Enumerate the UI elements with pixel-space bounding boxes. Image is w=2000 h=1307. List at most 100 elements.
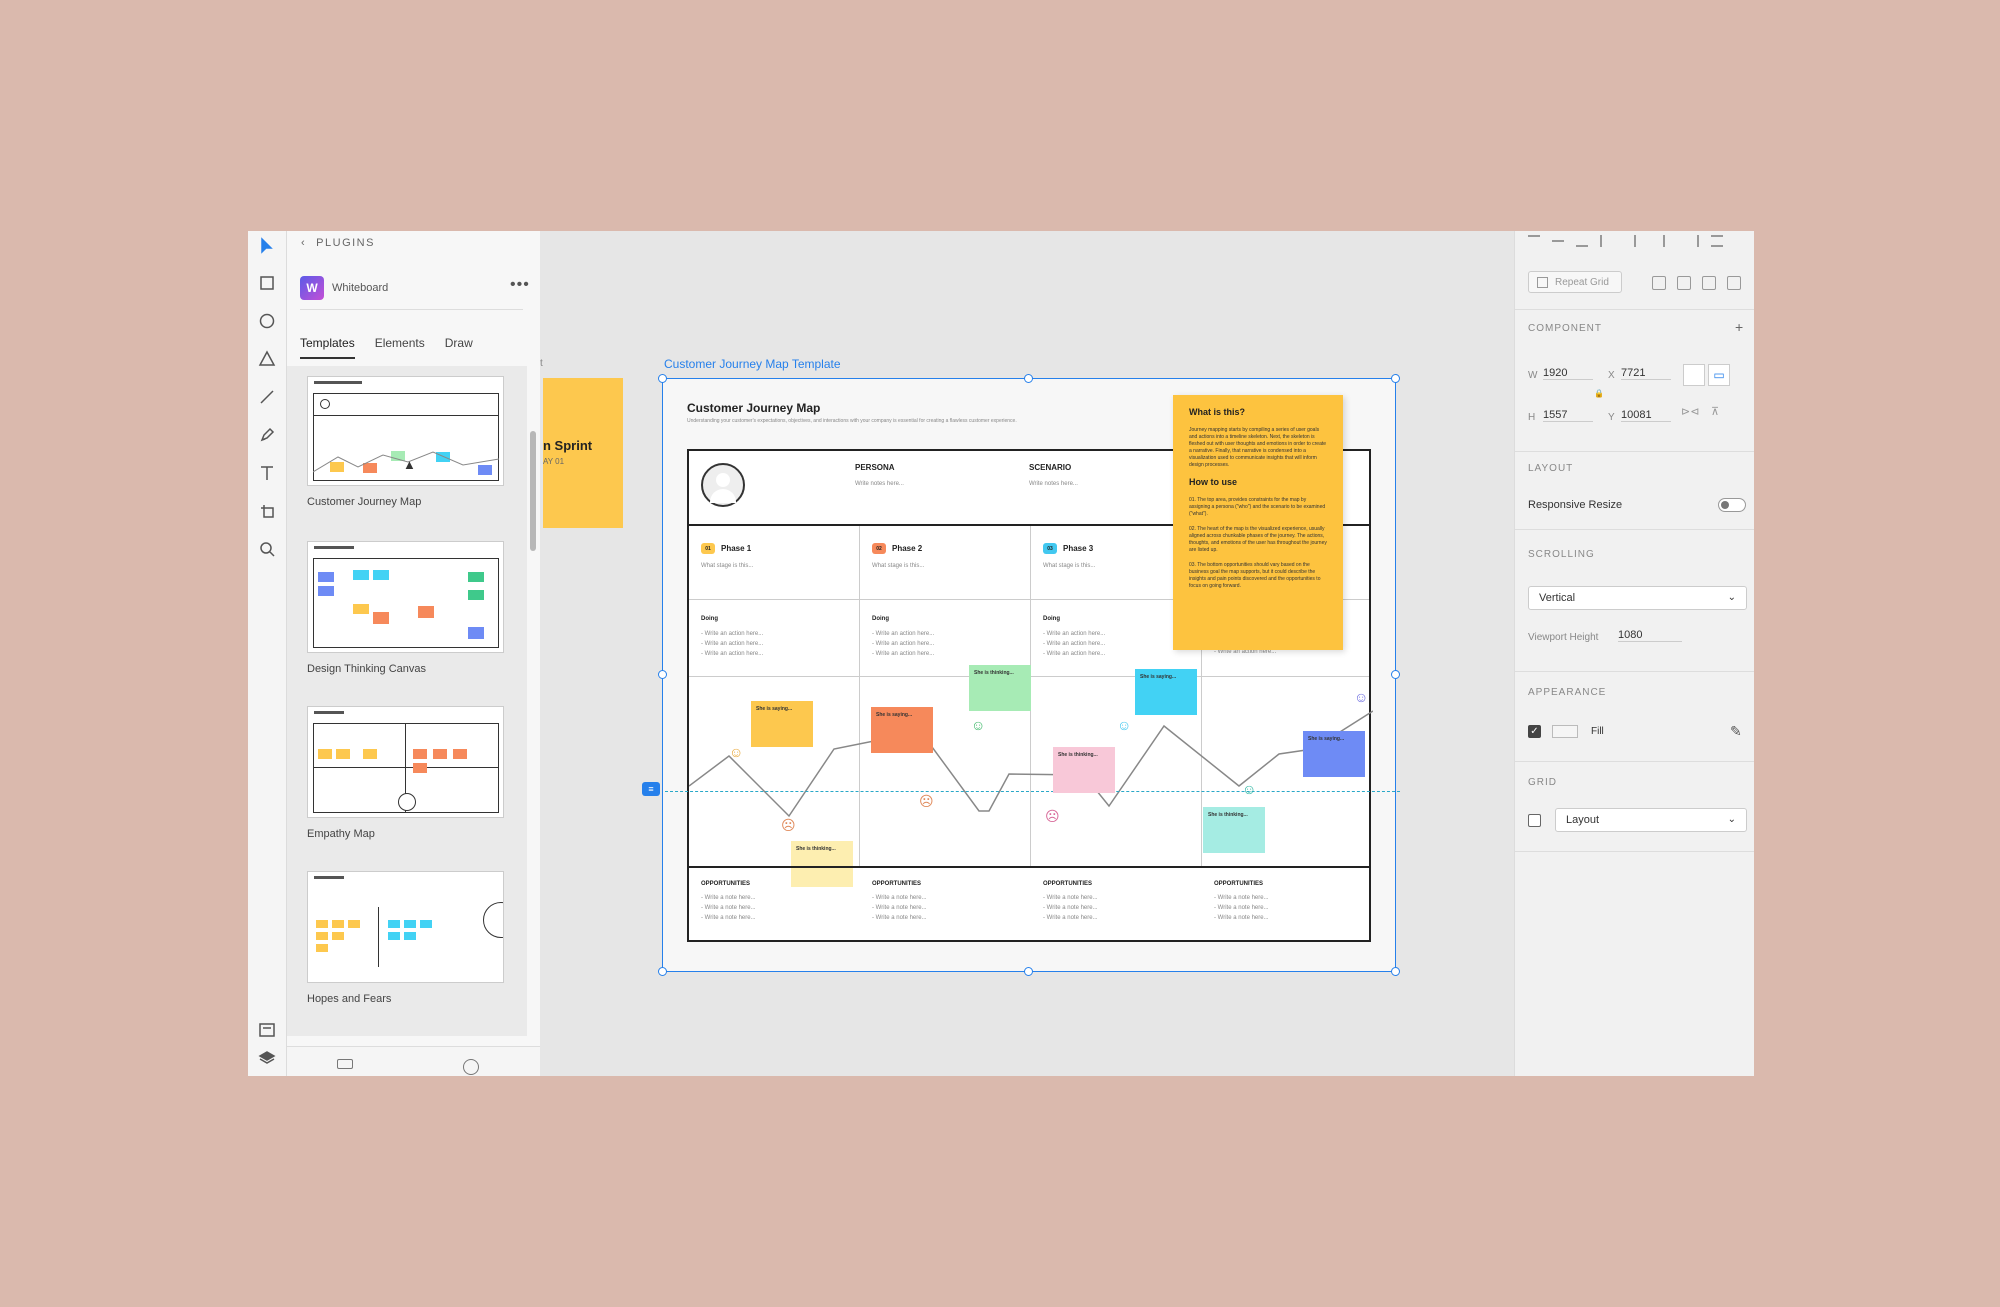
resize-handle[interactable]	[1024, 374, 1033, 383]
phase-name: Phase 3	[1063, 544, 1094, 553]
template-thumbnail[interactable]	[307, 706, 504, 818]
sticky-note[interactable]: She is saying...	[871, 707, 933, 753]
resize-handle[interactable]	[658, 967, 667, 976]
info-card[interactable]: What is this? Journey mapping starts by …	[1173, 395, 1343, 650]
resize-handle[interactable]	[1024, 967, 1033, 976]
portrait-icon[interactable]	[1683, 364, 1705, 386]
layers-icon[interactable]	[256, 1047, 278, 1069]
template-thumbnail[interactable]: ▲	[307, 376, 504, 486]
phase-1[interactable]: 01 Phase 1	[701, 543, 751, 554]
sticky-note[interactable]: She is thinking...	[1203, 807, 1265, 853]
resize-handle[interactable]	[1391, 967, 1400, 976]
sticky-note[interactable]: She is thinking...	[969, 665, 1031, 711]
align-right-icon[interactable]	[1687, 235, 1699, 247]
resize-handle[interactable]	[1391, 374, 1400, 383]
boolean-exclude-icon[interactable]	[1727, 276, 1741, 290]
grid-checkbox[interactable]	[1528, 814, 1541, 827]
artboard-tool-icon[interactable]	[256, 500, 278, 522]
more-options-icon[interactable]: •••	[510, 276, 530, 294]
align-top-icon[interactable]	[1528, 235, 1540, 247]
resize-handle[interactable]	[658, 670, 667, 679]
grid-title: GRID	[1528, 777, 1557, 788]
y-field[interactable]: 10081	[1621, 409, 1671, 422]
back-chevron-icon[interactable]: ‹	[301, 237, 306, 249]
height-field[interactable]: 1557	[1543, 409, 1593, 422]
persona-avatar	[701, 463, 745, 507]
ellipse-tool-icon[interactable]	[256, 310, 278, 332]
plugin-row[interactable]: W Whiteboard	[300, 276, 388, 300]
template-thumbnail[interactable]	[307, 871, 504, 983]
distribute-vertical-icon[interactable]	[1711, 235, 1723, 247]
assets-icon[interactable]	[256, 1019, 278, 1041]
landscape-icon[interactable]: ▭	[1708, 364, 1730, 386]
fill-checkbox[interactable]: ✓	[1528, 725, 1541, 738]
repeat-grid-button[interactable]: Repeat Grid	[1528, 271, 1622, 293]
responsive-resize-toggle[interactable]	[1718, 498, 1746, 512]
sad-face-icon: ☹	[781, 817, 796, 833]
chat-icon[interactable]	[337, 1059, 353, 1069]
sticky-note[interactable]: She is saying...	[1303, 731, 1365, 777]
boolean-add-icon[interactable]	[1652, 276, 1666, 290]
template-thumbnail[interactable]	[307, 541, 504, 653]
phase-2[interactable]: 02 Phase 2	[872, 543, 922, 554]
flip-vertical-icon[interactable]: ⊼	[1711, 405, 1719, 418]
line-tool-icon[interactable]	[256, 386, 278, 408]
happy-face-icon: ☺	[971, 717, 986, 733]
divider	[300, 309, 523, 310]
template-item[interactable]: Design Thinking Canvas	[307, 541, 504, 675]
zoom-tool-icon[interactable]	[256, 538, 278, 560]
template-item[interactable]: Hopes and Fears	[307, 871, 504, 1005]
width-field[interactable]: 1920	[1543, 367, 1593, 380]
viewport-height-field[interactable]: 1080	[1618, 629, 1682, 642]
artboard-label[interactable]: Customer Journey Map Template	[664, 357, 841, 371]
template-item[interactable]: Empathy Map	[307, 706, 504, 840]
scroll-marker-icon[interactable]: ≡	[642, 782, 660, 796]
tab-draw[interactable]: Draw	[445, 336, 473, 359]
doing-label: Doing	[701, 616, 718, 622]
scrolling-select[interactable]: Vertical ⌄	[1528, 586, 1747, 610]
plugins-panel: ‹ PLUGINS W Whiteboard ••• Templates Ele…	[287, 231, 540, 1076]
info-icon[interactable]	[463, 1059, 479, 1075]
boolean-intersect-icon[interactable]	[1702, 276, 1716, 290]
distribute-icon[interactable]	[1600, 235, 1612, 247]
sticky-note[interactable]: She is thinking...	[791, 841, 853, 887]
resize-handle[interactable]	[1391, 670, 1400, 679]
scrolling-title: SCROLLING	[1528, 549, 1595, 560]
scrollbar[interactable]	[530, 431, 536, 551]
pen-tool-icon[interactable]	[256, 424, 278, 446]
align-center-icon[interactable]	[1663, 235, 1675, 247]
sticky-note[interactable]: She is saying...	[751, 701, 813, 747]
tab-elements[interactable]: Elements	[375, 336, 425, 359]
fill-swatch[interactable]	[1552, 725, 1578, 738]
tab-templates[interactable]: Templates	[300, 336, 355, 359]
eyedropper-icon[interactable]: ✎	[1730, 723, 1742, 740]
add-component-icon[interactable]: +	[1735, 319, 1743, 335]
map-subtitle: Understanding your customer's expectatio…	[687, 418, 1017, 424]
triangle-tool-icon[interactable]	[256, 348, 278, 370]
how-title: How to use	[1189, 477, 1238, 487]
align-left-icon[interactable]	[1634, 235, 1646, 247]
sticky-note[interactable]: She is saying...	[1135, 669, 1197, 715]
grid-select[interactable]: Layout ⌄	[1555, 808, 1747, 832]
resize-handle[interactable]	[658, 374, 667, 383]
phase-sub: What stage is this...	[872, 563, 925, 569]
design-canvas[interactable]: t n Sprint AY 01 Customer Journey Map Te…	[540, 231, 1514, 1076]
lock-aspect-icon[interactable]: 🔒	[1594, 389, 1604, 398]
sticky-note[interactable]: She is thinking...	[1053, 747, 1115, 793]
phase-3[interactable]: 03 Phase 3	[1043, 543, 1093, 554]
customer-journey-artboard[interactable]: Customer Journey Map Understanding your …	[662, 378, 1400, 972]
align-bottom-icon[interactable]	[1576, 235, 1588, 247]
template-name: Hopes and Fears	[307, 993, 392, 1005]
align-middle-icon[interactable]	[1552, 240, 1564, 252]
plugin-tabs: Templates Elements Draw	[300, 336, 473, 359]
plugins-header[interactable]: ‹ PLUGINS	[301, 237, 375, 249]
template-item[interactable]: ▲ Customer Journey Map	[307, 376, 504, 508]
x-field[interactable]: 7721	[1621, 367, 1671, 380]
flip-horizontal-icon[interactable]: ⊳⊲	[1681, 405, 1699, 418]
boolean-subtract-icon[interactable]	[1677, 276, 1691, 290]
neighbor-artboard[interactable]: n Sprint AY 01	[543, 378, 623, 528]
rectangle-tool-icon[interactable]	[256, 272, 278, 294]
text-tool-icon[interactable]	[256, 462, 278, 484]
select-tool-icon[interactable]	[256, 235, 278, 257]
component-title: COMPONENT	[1528, 323, 1602, 334]
